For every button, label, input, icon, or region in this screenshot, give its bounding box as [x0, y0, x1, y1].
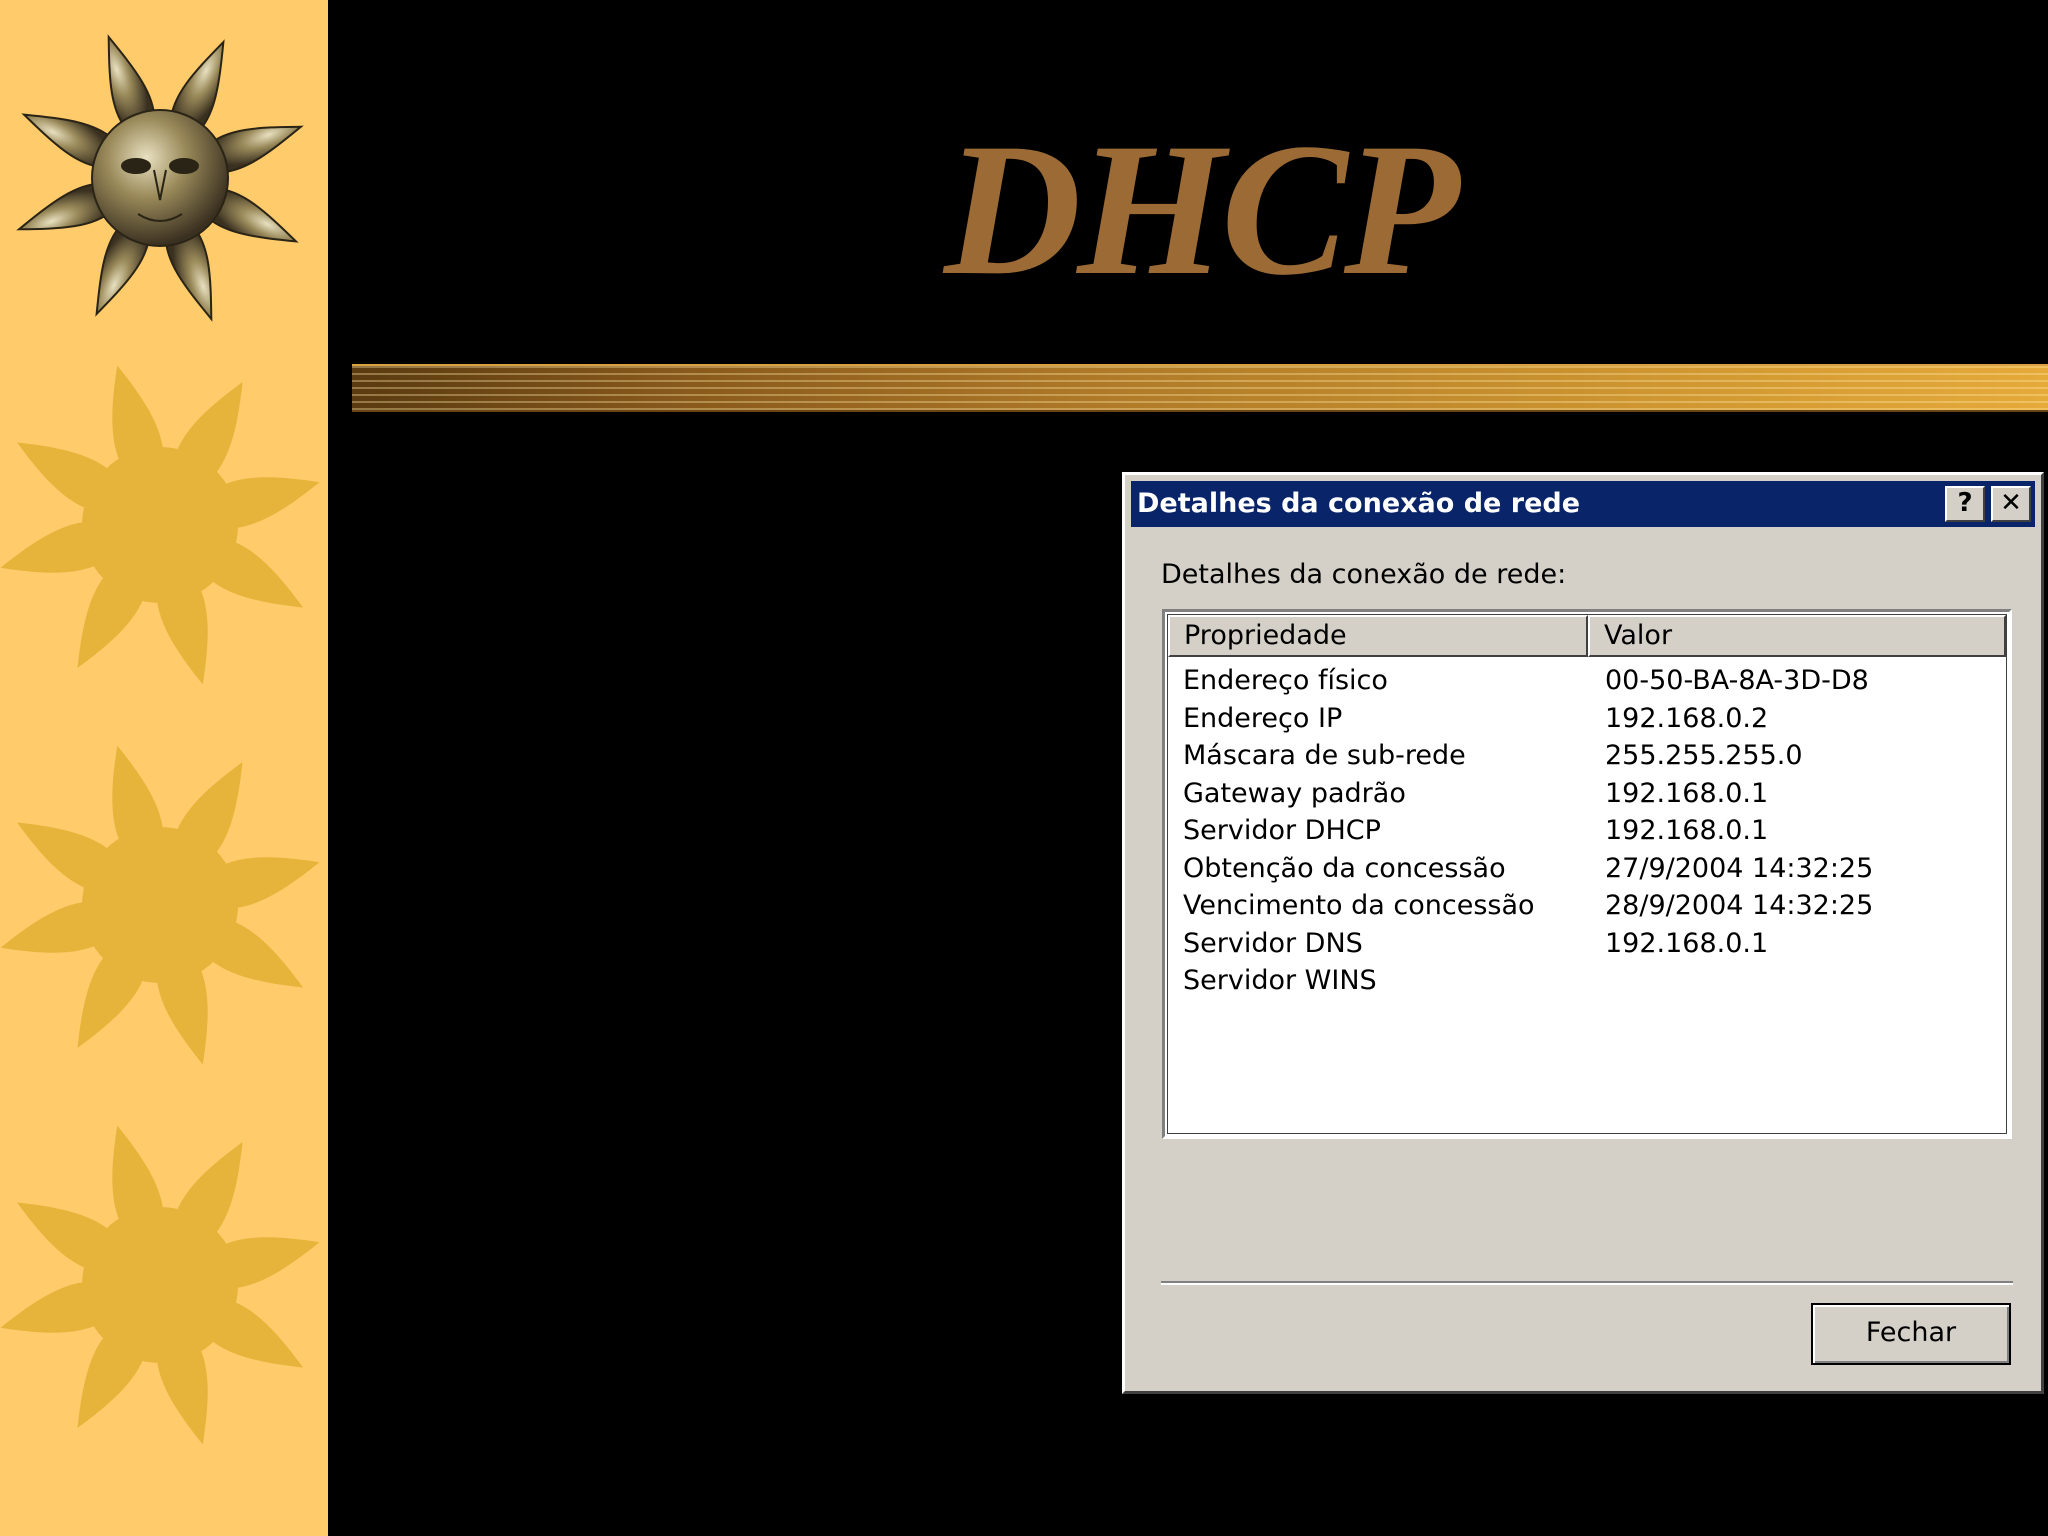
row-value: 255.255.255.0: [1605, 740, 1803, 771]
list-header: Propriedade Valor: [1168, 615, 2006, 657]
sun-icon: [0, 1125, 320, 1445]
separator-line: [1161, 1281, 2013, 1285]
close-button[interactable]: Fechar: [1811, 1303, 2011, 1365]
list-row[interactable]: Vencimento da concessão 28/9/2004 14:32:…: [1183, 887, 2005, 925]
row-value: 27/9/2004 14:32:25: [1605, 852, 1874, 884]
list-row[interactable]: Servidor WINS: [1183, 962, 2005, 1000]
list-row[interactable]: Obtenção da concessão 27/9/2004 14:32:25: [1183, 850, 2005, 888]
row-property: Gateway padrão: [1183, 777, 1406, 809]
row-property: Endereço físico: [1183, 665, 1388, 696]
network-details-dialog: Detalhes da conexão de rede ? ✕ Detalhes…: [1122, 472, 2044, 1394]
row-property: Máscara de sub-rede: [1183, 740, 1466, 771]
details-label: Detalhes da conexão de rede:: [1161, 559, 1567, 590]
list-row[interactable]: Endereço físico 00-50-BA-8A-3D-D8: [1183, 662, 2005, 700]
sun-icon: [0, 745, 320, 1065]
row-property: Obtenção da concessão: [1183, 852, 1506, 884]
list-row[interactable]: Servidor DNS 192.168.0.1: [1183, 925, 2005, 963]
decorative-side-strip: [0, 0, 328, 1536]
list-row[interactable]: Gateway padrão 192.168.0.1: [1183, 775, 2005, 813]
row-value: 192.168.0.1: [1605, 815, 1769, 846]
row-property: Endereço IP: [1183, 702, 1343, 734]
row-property: Servidor DNS: [1183, 927, 1363, 959]
row-value: 192.168.0.1: [1605, 777, 1769, 809]
row-value: 192.168.0.2: [1605, 702, 1769, 734]
column-header-value[interactable]: Valor: [1588, 615, 2006, 657]
close-window-button[interactable]: ✕: [1991, 486, 2031, 522]
row-property: Servidor WINS: [1183, 965, 1377, 996]
slide-title: DHCP: [944, 105, 1460, 315]
dialog-title: Detalhes da conexão de rede: [1137, 488, 1581, 519]
list-row[interactable]: Endereço IP 192.168.0.2: [1183, 700, 2005, 738]
row-property: Vencimento da concessão: [1183, 890, 1535, 921]
help-button[interactable]: ?: [1945, 486, 1985, 522]
column-header-property[interactable]: Propriedade: [1168, 615, 1588, 657]
dialog-titlebar[interactable]: Detalhes da conexão de rede ? ✕: [1131, 481, 2035, 527]
list-rows: Endereço físico 00-50-BA-8A-3D-D8 Endere…: [1183, 662, 2005, 1000]
row-value: 192.168.0.1: [1605, 927, 1769, 959]
title-underline-bar: [352, 364, 2048, 412]
sun-face-icon: [16, 34, 304, 322]
row-value: 28/9/2004 14:32:25: [1605, 890, 1874, 921]
sun-icon: [0, 365, 320, 685]
row-property: Servidor DHCP: [1183, 815, 1381, 846]
list-row[interactable]: Servidor DHCP 192.168.0.1: [1183, 812, 2005, 850]
row-value: 00-50-BA-8A-3D-D8: [1605, 665, 1869, 696]
list-row[interactable]: Máscara de sub-rede 255.255.255.0: [1183, 737, 2005, 775]
details-list-view[interactable]: Propriedade Valor Endereço físico 00-50-…: [1162, 609, 2012, 1139]
